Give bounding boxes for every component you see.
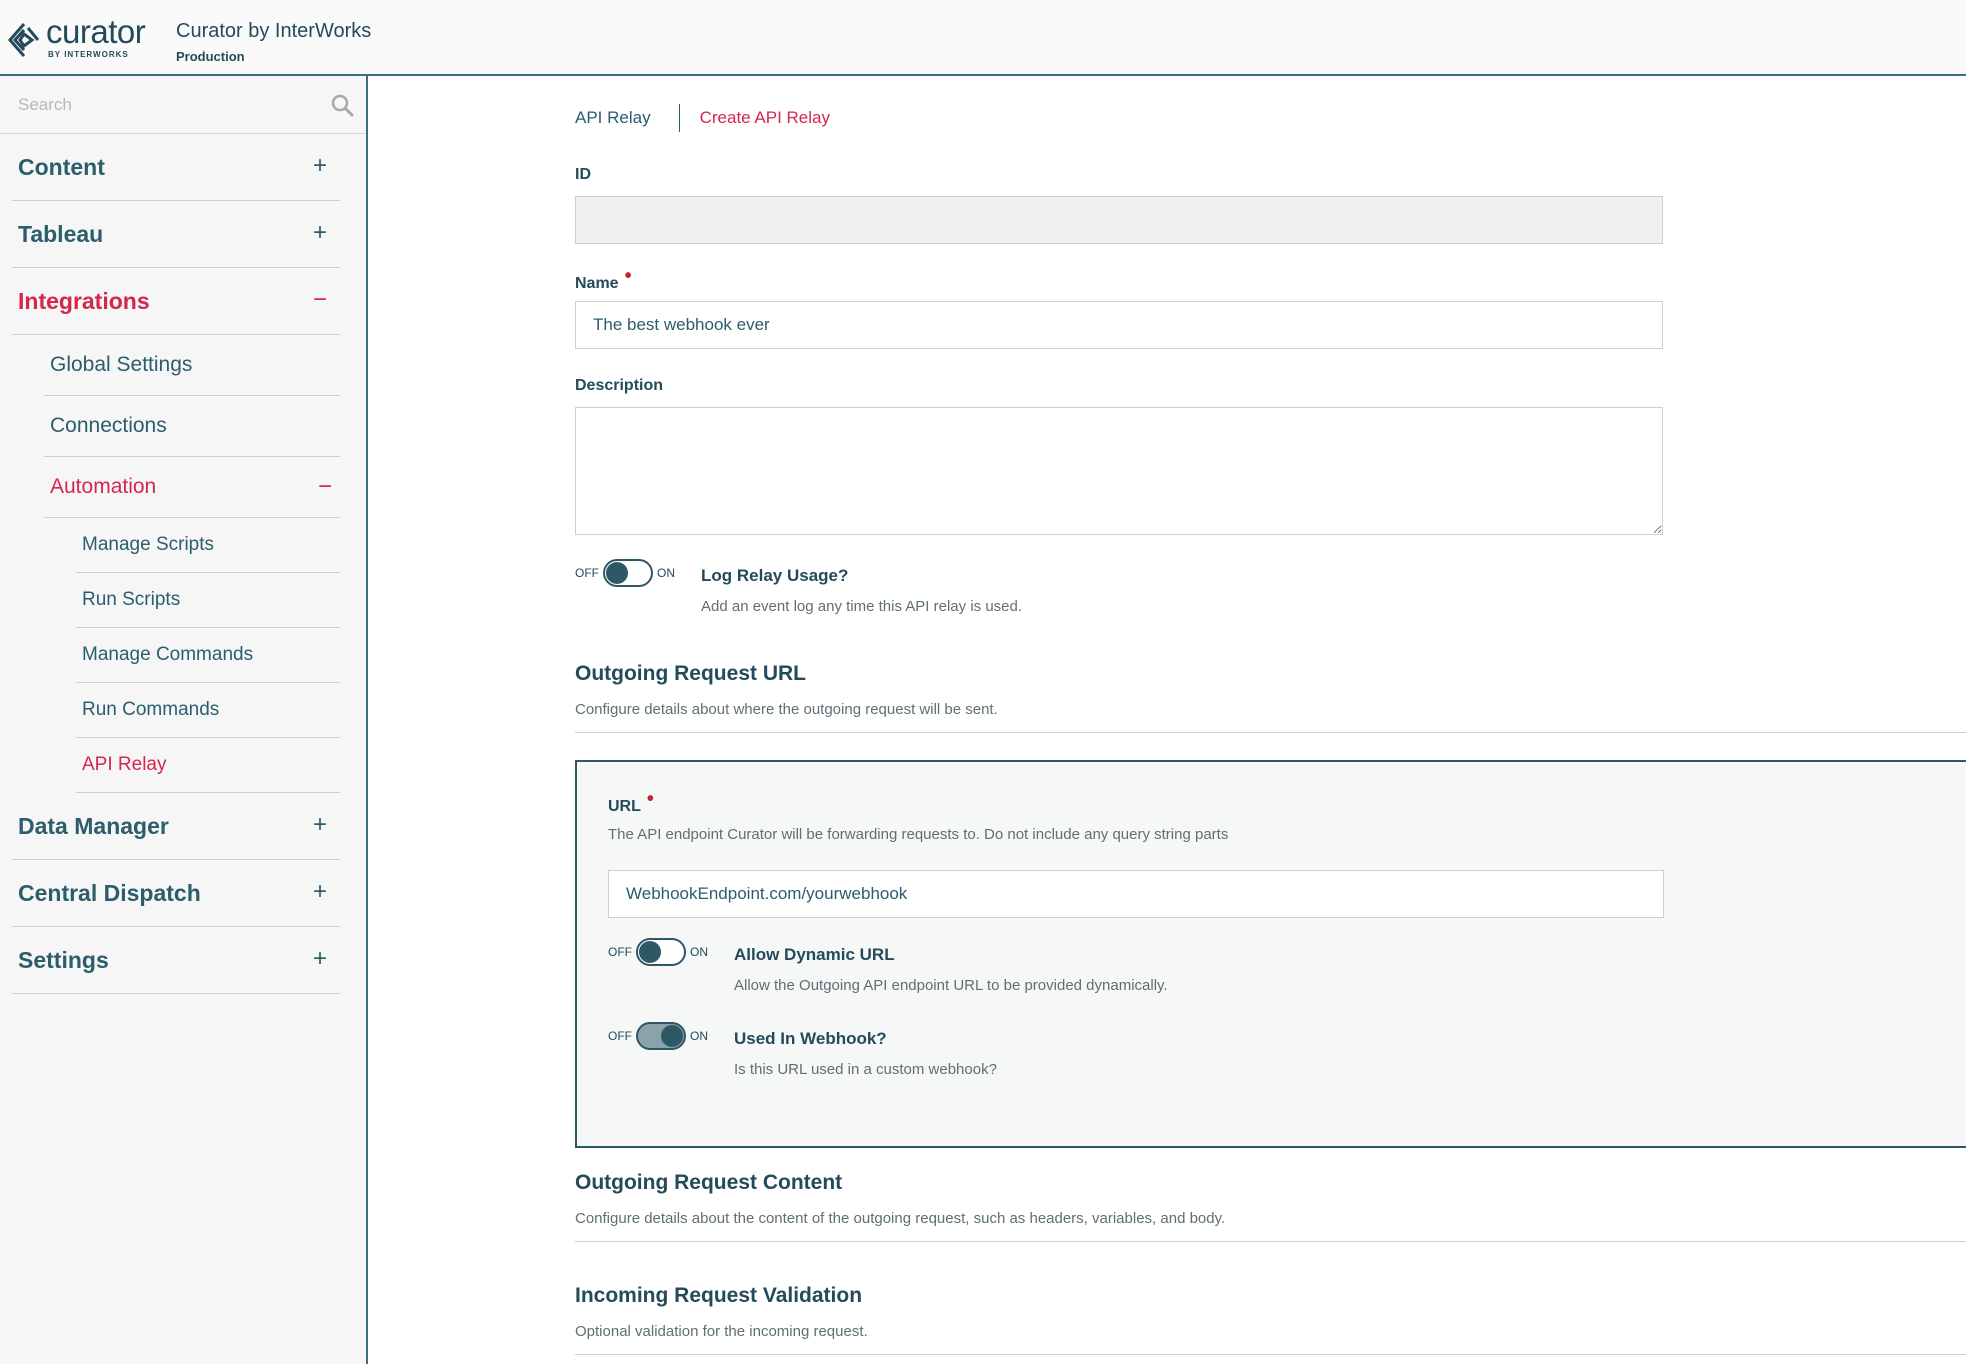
sidebar-item-automation[interactable]: Automation − bbox=[44, 457, 340, 518]
sidebar-item-run-scripts[interactable]: Run Scripts bbox=[76, 573, 340, 628]
curator-logo[interactable]: curator BY INTERWORKS bbox=[6, 13, 146, 60]
sidebar-item-run-commands[interactable]: Run Commands bbox=[76, 683, 340, 738]
allow-dynamic-url-title: Allow Dynamic URL bbox=[734, 945, 895, 964]
sidebar-item-label: Connections bbox=[50, 414, 167, 437]
plus-icon[interactable]: + bbox=[308, 221, 332, 245]
plus-icon[interactable]: + bbox=[308, 880, 332, 904]
app-title: Curator by InterWorks bbox=[176, 20, 372, 42]
logo-byline: BY INTERWORKS bbox=[48, 50, 129, 59]
minus-icon[interactable]: − bbox=[308, 288, 332, 312]
sidebar-item-data-manager[interactable]: Data Manager + bbox=[12, 793, 340, 860]
sidebar-item-settings[interactable]: Settings + bbox=[12, 927, 340, 994]
toggle-knob bbox=[606, 562, 628, 584]
required-indicator: • bbox=[646, 788, 654, 810]
sidebar-item-label: Global Settings bbox=[50, 353, 193, 376]
plus-icon[interactable]: + bbox=[308, 813, 332, 837]
incoming-validation-section-description: Optional validation for the incoming req… bbox=[575, 1323, 868, 1340]
name-field[interactable] bbox=[575, 301, 1663, 349]
dynamic-url-switch-row: OFF ON bbox=[608, 938, 708, 966]
search-icon[interactable] bbox=[330, 93, 354, 117]
description-label: Description bbox=[575, 377, 664, 394]
sidebar-nav: Content + Tableau + Integrations − Globa… bbox=[12, 134, 340, 994]
sidebar-item-label: Manage Commands bbox=[82, 644, 254, 665]
breadcrumb-api-relay-link[interactable]: API Relay bbox=[575, 108, 651, 128]
section-divider bbox=[575, 1241, 1966, 1242]
required-indicator: • bbox=[624, 265, 632, 287]
logo-wordmark: curator bbox=[46, 13, 146, 50]
sidebar-item-global-settings[interactable]: Global Settings bbox=[44, 335, 340, 396]
section-divider bbox=[575, 1354, 1966, 1355]
sidebar-item-label: Tableau bbox=[18, 220, 104, 247]
breadcrumb: API Relay Create API Relay bbox=[575, 104, 830, 132]
sidebar-item-label: Data Manager bbox=[18, 812, 169, 839]
breadcrumb-current: Create API Relay bbox=[699, 108, 830, 127]
section-divider bbox=[575, 732, 1966, 733]
app-header: curator BY INTERWORKS Curator by InterWo… bbox=[0, 0, 1966, 76]
log-usage-title: Log Relay Usage? bbox=[701, 566, 849, 585]
switch-off-label: OFF bbox=[575, 566, 599, 580]
sidebar: Content + Tableau + Integrations − Globa… bbox=[0, 76, 368, 1364]
sidebar-item-manage-commands[interactable]: Manage Commands bbox=[76, 628, 340, 683]
sidebar-item-label: Automation bbox=[50, 475, 157, 498]
search-input[interactable] bbox=[0, 76, 320, 134]
sidebar-item-label: Integrations bbox=[18, 287, 150, 314]
used-in-webhook-toggle[interactable] bbox=[636, 1022, 686, 1050]
sidebar-item-api-relay[interactable]: API Relay bbox=[76, 738, 340, 793]
toggle-knob bbox=[639, 941, 661, 963]
log-usage-switch-row: OFF ON bbox=[575, 559, 675, 587]
sidebar-item-manage-scripts[interactable]: Manage Scripts bbox=[76, 518, 340, 573]
environment-label: Production bbox=[176, 49, 245, 64]
id-label: ID bbox=[575, 166, 591, 183]
sidebar-item-label: Run Scripts bbox=[82, 589, 181, 610]
switch-on-label: ON bbox=[657, 566, 675, 580]
minus-icon[interactable]: − bbox=[318, 475, 332, 499]
allow-dynamic-url-toggle[interactable] bbox=[636, 938, 686, 966]
sidebar-item-central-dispatch[interactable]: Central Dispatch + bbox=[12, 860, 340, 927]
url-label: URL • bbox=[608, 788, 654, 815]
breadcrumb-divider bbox=[678, 104, 680, 132]
sidebar-item-label: Manage Scripts bbox=[82, 534, 215, 555]
outgoing-url-section-description: Configure details about where the outgoi… bbox=[575, 701, 998, 718]
incoming-validation-section-title[interactable]: Incoming Request Validation bbox=[575, 1284, 862, 1308]
log-usage-description: Add an event log any time this API relay… bbox=[701, 598, 1023, 615]
sidebar-item-content[interactable]: Content + bbox=[12, 134, 340, 201]
sidebar-item-connections[interactable]: Connections bbox=[44, 396, 340, 457]
sidebar-search bbox=[0, 76, 366, 134]
sidebar-item-label: Run Commands bbox=[82, 699, 220, 720]
sidebar-item-label: API Relay bbox=[82, 754, 167, 775]
sidebar-item-integrations[interactable]: Integrations − bbox=[12, 268, 340, 335]
url-description: The API endpoint Curator will be forward… bbox=[608, 826, 1229, 843]
switch-on-label: ON bbox=[690, 1029, 708, 1043]
used-in-webhook-description: Is this URL used in a custom webhook? bbox=[734, 1061, 997, 1078]
url-field[interactable] bbox=[608, 870, 1664, 918]
log-usage-toggle[interactable] bbox=[603, 559, 653, 587]
switch-off-label: OFF bbox=[608, 1029, 632, 1043]
sidebar-item-label: Central Dispatch bbox=[18, 879, 201, 906]
used-in-webhook-title: Used In Webhook? bbox=[734, 1029, 887, 1048]
plus-icon[interactable]: + bbox=[308, 947, 332, 971]
used-in-webhook-switch-row: OFF ON bbox=[608, 1022, 708, 1050]
sidebar-item-label: Settings bbox=[18, 946, 109, 973]
description-field[interactable] bbox=[575, 407, 1663, 535]
toggle-knob bbox=[661, 1025, 683, 1047]
switch-on-label: ON bbox=[690, 945, 708, 959]
name-label: Name • bbox=[575, 265, 632, 292]
plus-icon[interactable]: + bbox=[308, 154, 332, 178]
outgoing-content-section-title[interactable]: Outgoing Request Content bbox=[575, 1171, 842, 1195]
outgoing-url-panel: URL • The API endpoint Curator will be fo… bbox=[575, 760, 1966, 1148]
id-field bbox=[575, 196, 1663, 244]
outgoing-url-section-title: Outgoing Request URL bbox=[575, 662, 806, 685]
sidebar-item-label: Content bbox=[18, 153, 105, 180]
switch-off-label: OFF bbox=[608, 945, 632, 959]
sidebar-item-tableau[interactable]: Tableau + bbox=[12, 201, 340, 268]
curator-logo-icon bbox=[8, 23, 40, 57]
outgoing-content-section-description: Configure details about the content of t… bbox=[575, 1210, 1226, 1227]
allow-dynamic-url-description: Allow the Outgoing API endpoint URL to b… bbox=[734, 977, 1168, 994]
